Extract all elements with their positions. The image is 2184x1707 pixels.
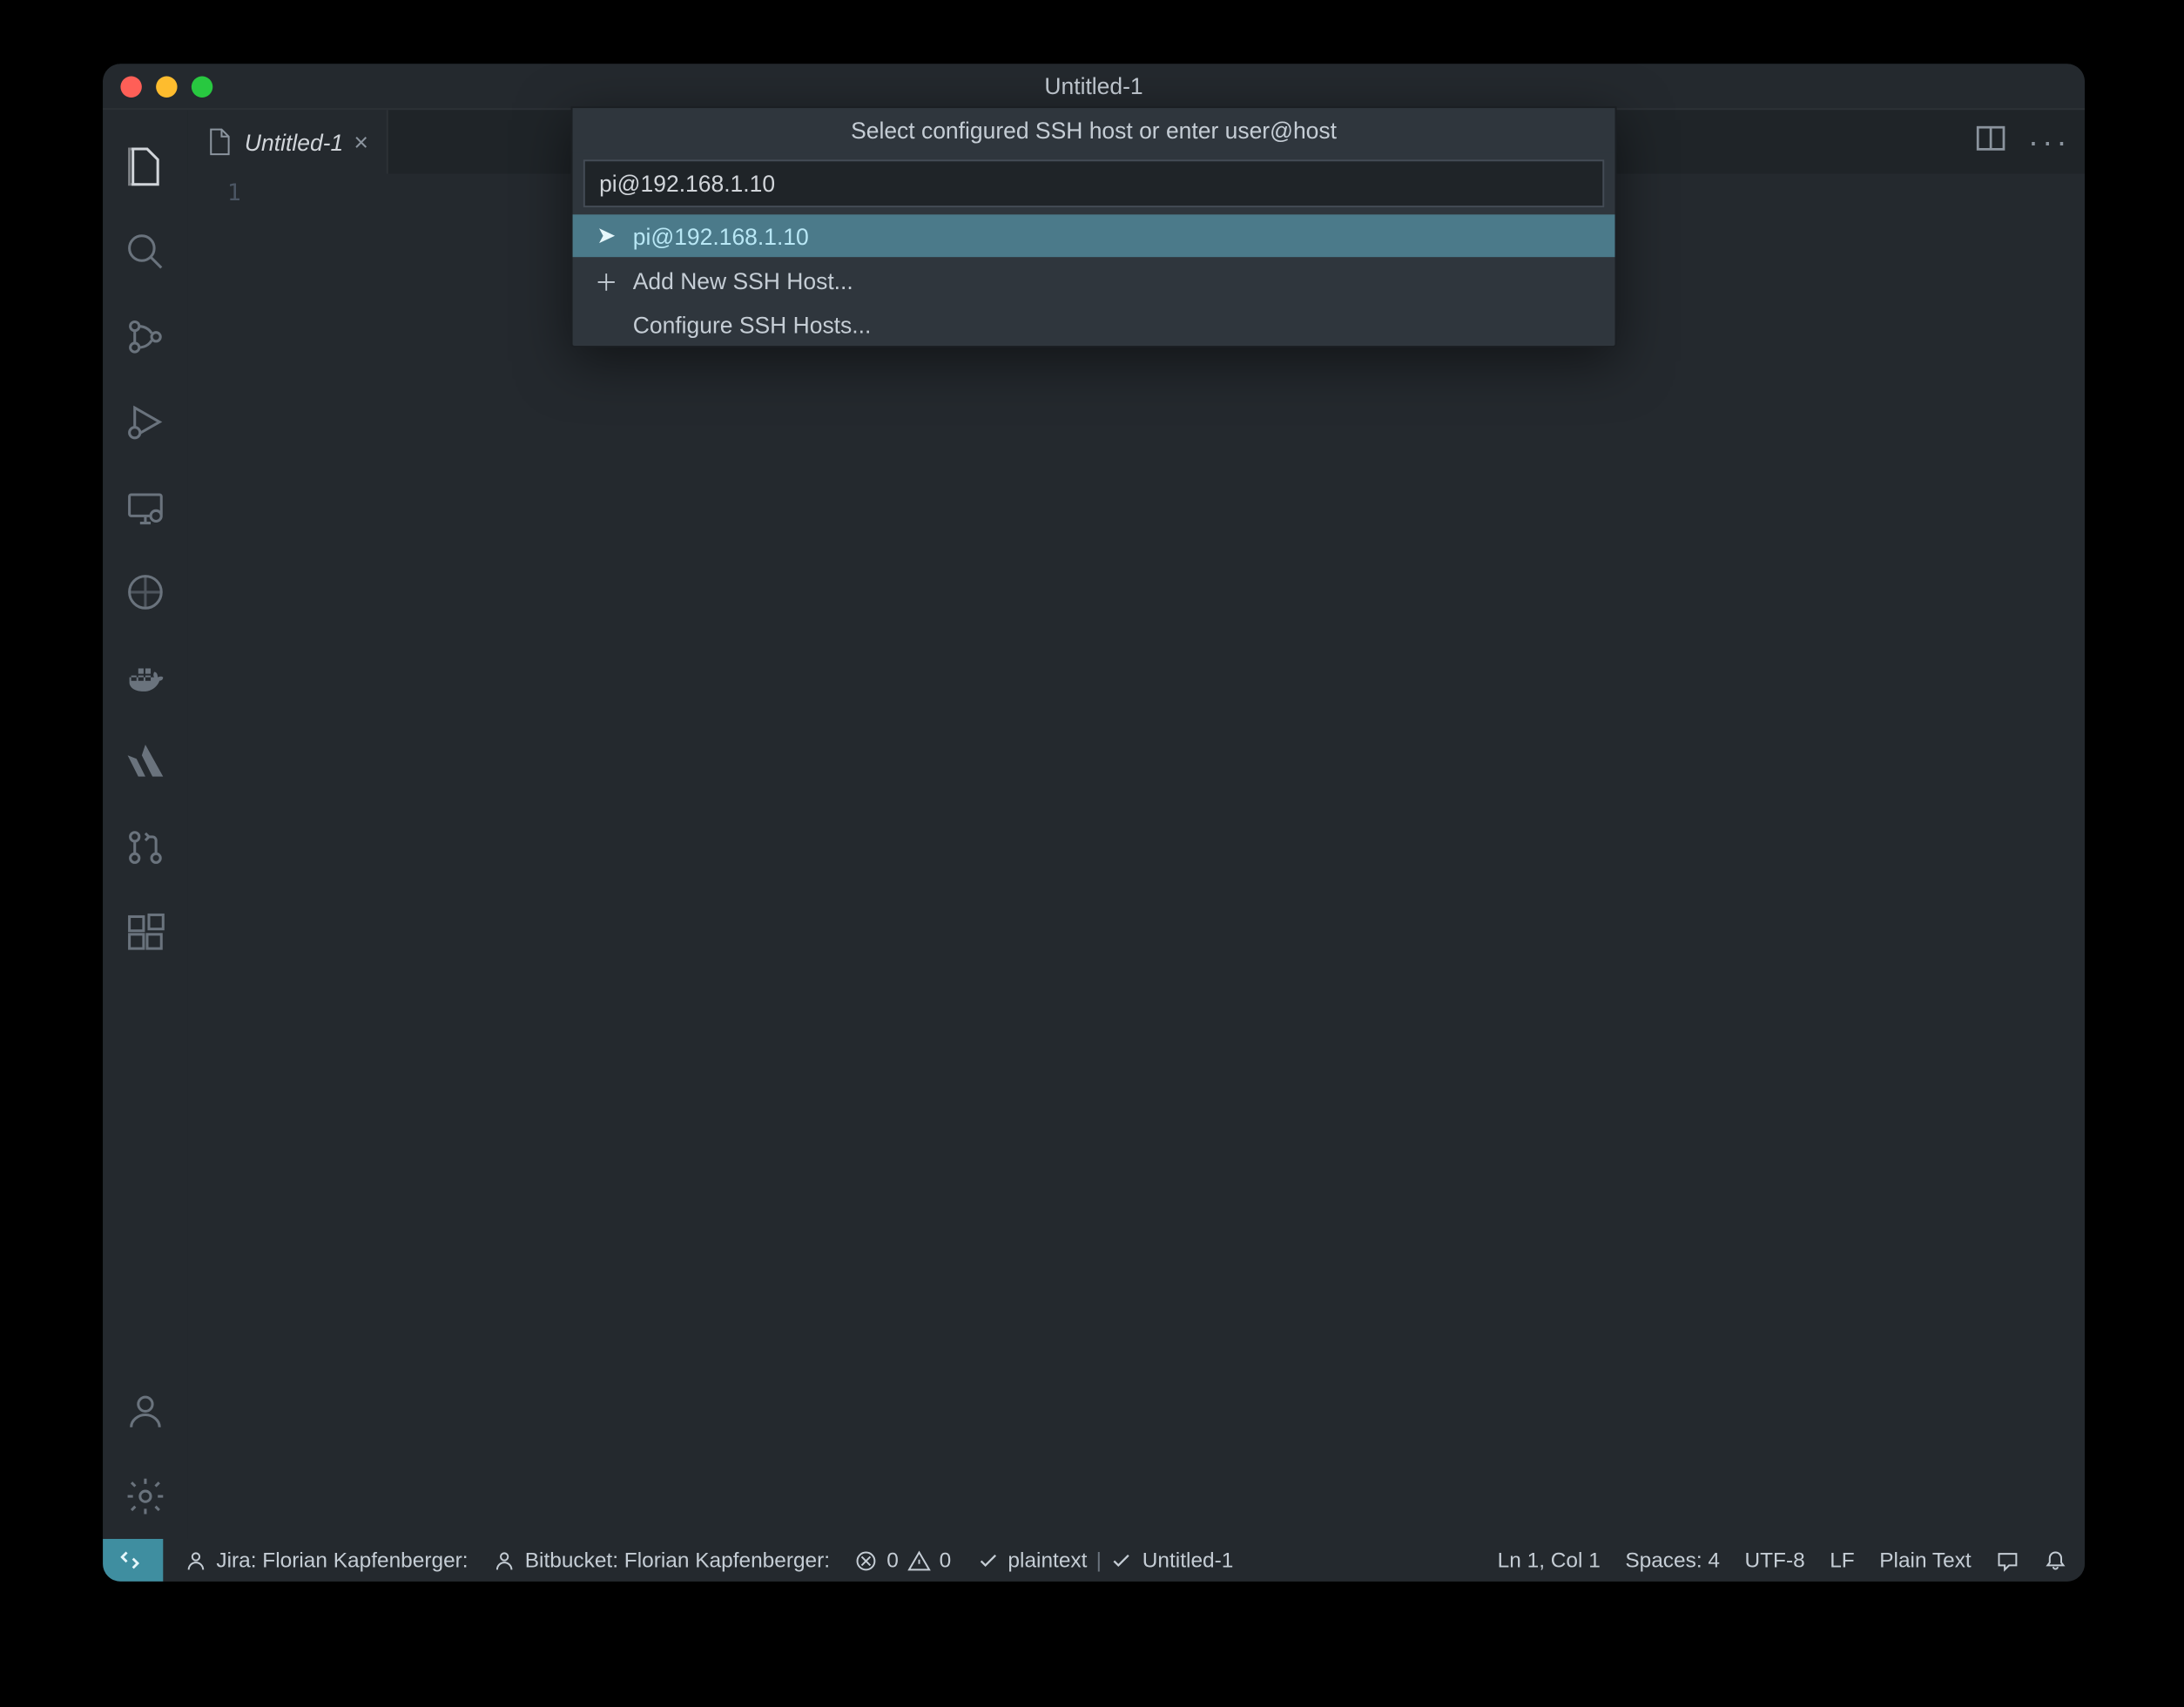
explorer-icon[interactable] [103, 125, 188, 210]
palette-item-label: Add New SSH Host... [633, 267, 853, 294]
palette-item-add-host[interactable]: ＋ Add New SSH Host... [573, 257, 1615, 305]
palette-item-configure[interactable]: Configure SSH Hosts... [573, 305, 1615, 346]
tab-untitled[interactable]: Untitled-1 × [188, 110, 388, 173]
docker-icon[interactable] [103, 635, 188, 720]
indentation-status[interactable]: Spaces: 4 [1625, 1548, 1720, 1573]
more-actions-icon[interactable]: ··· [2028, 123, 2071, 160]
arrow-right-icon: ➤ [594, 221, 619, 250]
remote-explorer-icon[interactable] [103, 464, 188, 550]
person-icon [185, 1548, 207, 1571]
palette-item-host[interactable]: ➤ pi@192.168.1.10 [573, 214, 1615, 257]
account-icon[interactable] [103, 1369, 188, 1454]
encoding-status[interactable]: UTF-8 [1744, 1548, 1804, 1573]
feedback-icon[interactable] [1996, 1548, 2019, 1571]
source-control-icon[interactable] [103, 294, 188, 380]
status-bar: Jira: Florian Kapfenberger: Bitbucket: F… [103, 1539, 2085, 1582]
close-tab-icon[interactable]: × [354, 128, 368, 157]
remote-indicator[interactable] [103, 1539, 163, 1582]
pull-request-icon[interactable] [103, 805, 188, 890]
lang-check-status[interactable]: plaintext | Untitled-1 [976, 1548, 1234, 1573]
extensions-icon[interactable] [103, 890, 188, 975]
search-icon[interactable] [103, 209, 188, 294]
palette-item-label: Configure SSH Hosts... [633, 312, 872, 339]
editor-window: Untitled-1 [103, 64, 2085, 1582]
problems-status[interactable]: 0 0 [855, 1548, 952, 1573]
maximize-window-button[interactable] [192, 76, 212, 97]
line-number: 1 [188, 178, 241, 212]
text-editor[interactable]: 1 [188, 174, 2085, 1540]
tab-label: Untitled-1 [245, 129, 343, 156]
minimize-window-button[interactable] [156, 76, 177, 97]
eol-status[interactable]: LF [1830, 1548, 1855, 1573]
notifications-icon[interactable] [2044, 1548, 2066, 1571]
cursor-position[interactable]: Ln 1, Col 1 [1498, 1548, 1601, 1573]
live-share-icon[interactable] [103, 550, 188, 635]
title-bar: Untitled-1 [103, 64, 2085, 110]
command-palette: Select configured SSH host or enter user… [571, 106, 1617, 347]
palette-list: ➤ pi@192.168.1.10 ＋ Add New SSH Host... … [573, 214, 1615, 346]
palette-item-label: pi@192.168.1.10 [633, 222, 809, 249]
person-icon [493, 1548, 516, 1571]
plus-icon: ＋ [594, 264, 619, 298]
bitbucket-status[interactable]: Bitbucket: Florian Kapfenberger: [493, 1548, 830, 1573]
window-title: Untitled-1 [103, 72, 2085, 99]
split-editor-icon[interactable] [1975, 121, 2007, 162]
jira-status[interactable]: Jira: Florian Kapfenberger: [185, 1548, 468, 1573]
activity-bar [103, 110, 188, 1539]
settings-gear-icon[interactable] [103, 1454, 188, 1539]
palette-input[interactable] [583, 159, 1605, 207]
check-icon [1110, 1548, 1133, 1571]
remote-icon [120, 1548, 145, 1573]
line-number-gutter: 1 [188, 174, 273, 1540]
language-mode[interactable]: Plain Text [1879, 1548, 1971, 1573]
palette-title: Select configured SSH host or enter user… [573, 108, 1615, 152]
warning-icon [907, 1548, 930, 1571]
error-icon [855, 1548, 878, 1571]
traffic-lights [120, 76, 212, 97]
atlassian-icon[interactable] [103, 720, 188, 806]
check-icon [976, 1548, 999, 1571]
close-window-button[interactable] [120, 76, 141, 97]
file-icon [206, 128, 234, 157]
debug-icon[interactable] [103, 380, 188, 465]
